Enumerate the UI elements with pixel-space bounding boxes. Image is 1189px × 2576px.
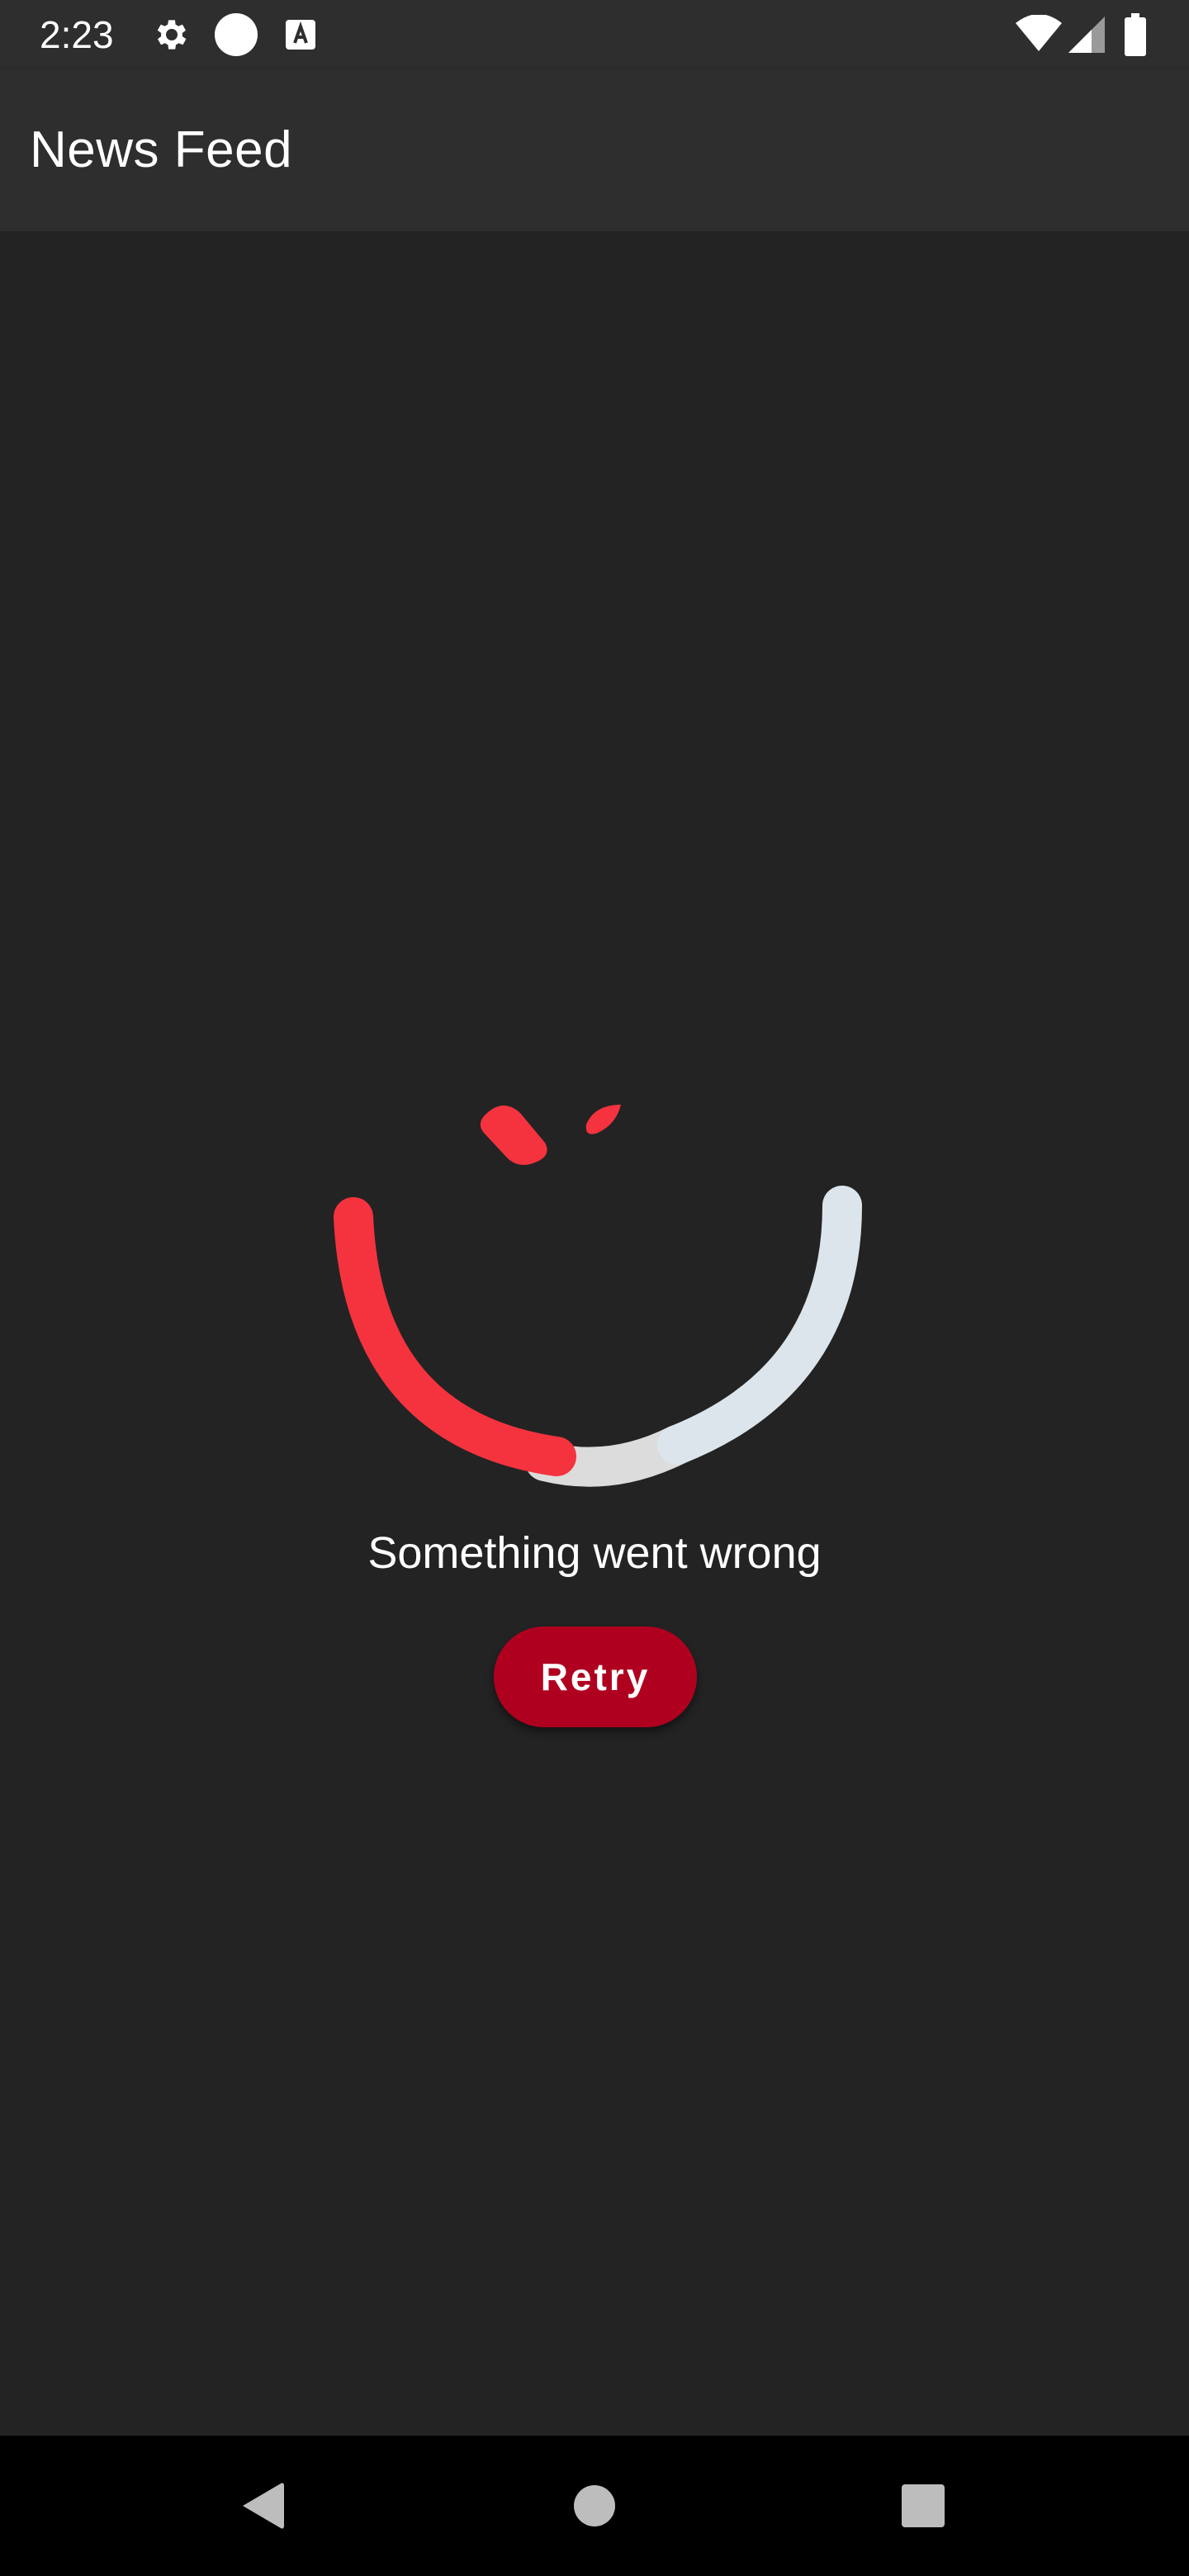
settings-gear-icon [152,15,192,59]
wifi-icon [1016,14,1062,57]
status-bar: 2:23 [0,0,1189,69]
error-message: Something went wrong [367,1528,822,1578]
back-icon [243,2483,284,2529]
recents-icon [902,2484,945,2527]
navigation-bar [0,2436,1189,2576]
battery-icon [1125,13,1146,60]
text-a-icon [284,18,317,55]
cellular-signal-icon [1068,17,1105,57]
right-eye-drop [585,1105,621,1134]
left-eye-drop [480,1106,547,1165]
smile-arc-red [334,1197,576,1476]
sad-face-illustration [334,1105,862,1487]
circle-dot-icon [213,12,259,62]
retry-button[interactable]: Retry [494,1627,697,1727]
page-title: News Feed [30,121,293,178]
app-bar: News Feed [0,69,1189,231]
home-button[interactable] [512,2436,677,2576]
recents-button[interactable] [841,2436,1006,2576]
smile-arc-light [657,1186,862,1465]
status-time: 2:23 [40,13,114,56]
app-screen: 2:23 News Feed Something went wrong Retr… [0,0,1189,2576]
home-icon [574,2485,615,2526]
back-button[interactable] [180,2436,345,2576]
